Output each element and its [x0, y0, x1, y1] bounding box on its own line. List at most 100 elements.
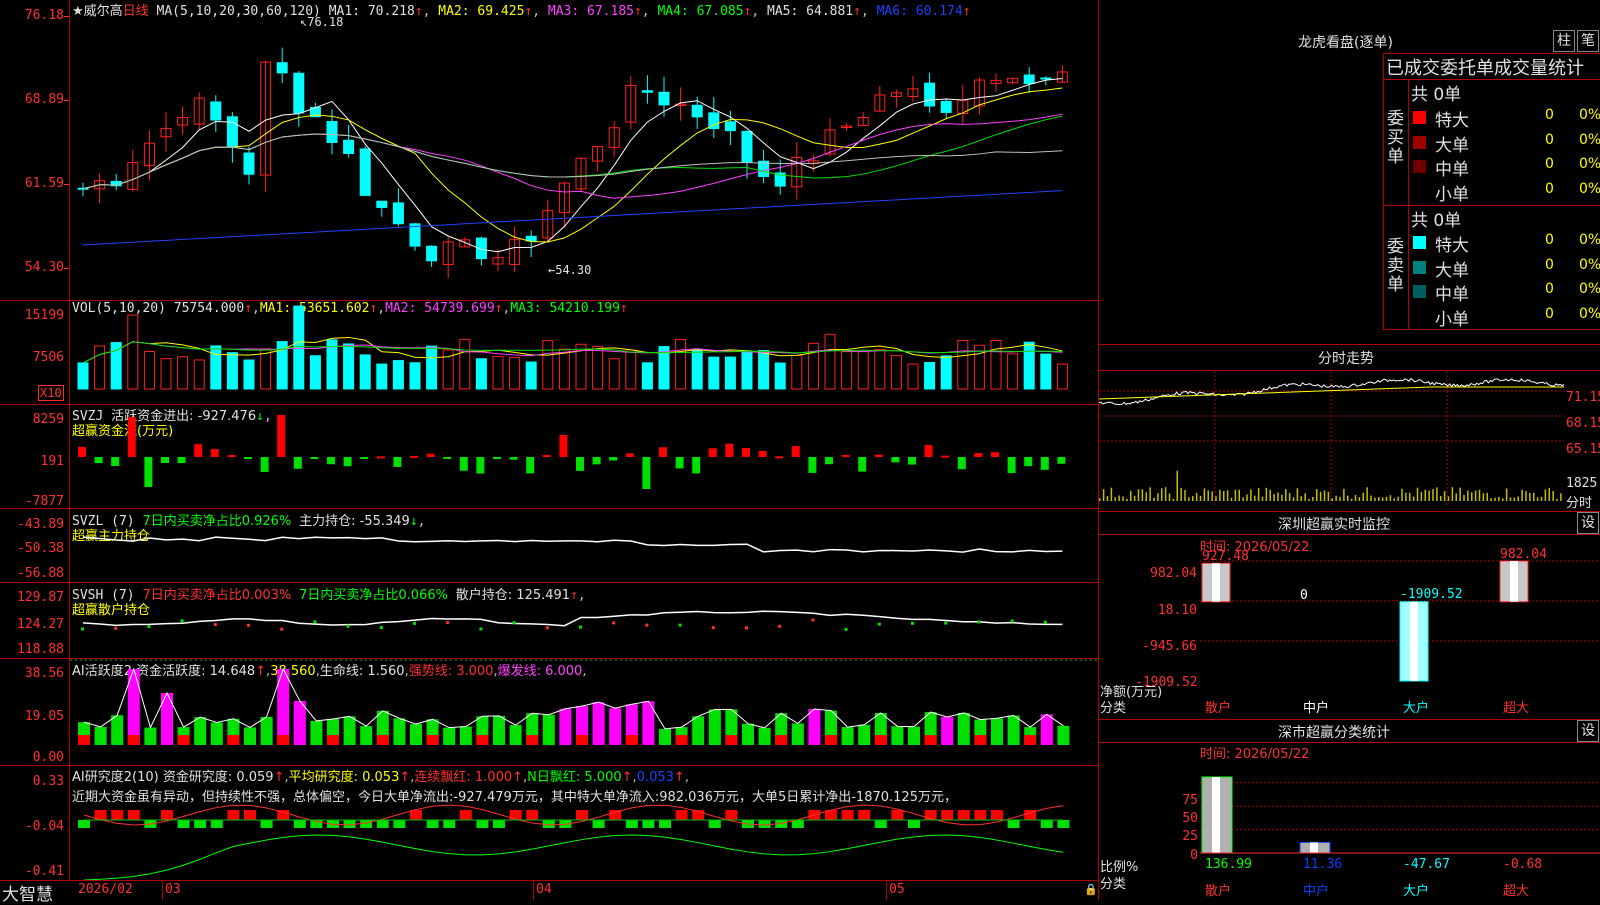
intraday-volume-bar — [1273, 494, 1275, 501]
class-value: -47.67 — [1403, 857, 1450, 872]
order-percent: 0% — [1579, 305, 1600, 322]
sz-monitor-chart[interactable] — [1200, 555, 1600, 685]
color-swatch — [1413, 236, 1426, 249]
intraday-volume-bar — [1440, 496, 1442, 501]
sz-class-title: 深市超赢分类统计 — [1278, 725, 1390, 741]
flow-bar — [94, 457, 103, 464]
color-swatch — [1413, 160, 1426, 173]
volume-bar — [343, 343, 355, 390]
lock-icon[interactable]: 🔒 — [1084, 883, 1098, 896]
intraday-volume-bar — [1358, 497, 1361, 501]
intraday-axis-label: 65.15 — [1566, 442, 1600, 457]
intraday-volume-bar — [1288, 492, 1291, 501]
intraday-volume-bar — [1362, 492, 1364, 501]
retail-dot — [711, 626, 715, 630]
order-count: 0 — [1545, 232, 1554, 248]
intraday-volume-bar — [1133, 495, 1136, 501]
order-stat-row: 大单 0 0% — [1411, 256, 1600, 281]
intraday-volume-bar — [1281, 494, 1283, 501]
order-count: 0 — [1545, 107, 1554, 123]
intraday-volume-bar — [1327, 491, 1330, 501]
order-type-label: 特大 — [1435, 236, 1469, 256]
research-bar — [891, 810, 904, 820]
svsh-axis-label: 118.88 — [17, 642, 64, 657]
retail-dot — [479, 627, 483, 631]
volume-chart[interactable] — [70, 301, 1098, 404]
buy-orders-label: 委买单 — [1387, 109, 1404, 167]
capital-flow-chart[interactable] — [70, 405, 1098, 508]
intraday-axis-label: 71.15 — [1566, 390, 1600, 405]
order-type-label: 中单 — [1435, 285, 1469, 305]
class-bar-highlight — [1310, 842, 1318, 853]
intraday-volume-bar — [1250, 489, 1252, 501]
activity-bar — [509, 725, 522, 745]
volume-bar — [492, 356, 504, 390]
svzl-axis-label: -56.88 — [17, 566, 64, 581]
sz-class-settings-button[interactable]: 设 — [1577, 720, 1599, 742]
research-bar — [874, 820, 887, 828]
intraday-volume-bar — [1153, 497, 1155, 501]
tick-view-button[interactable]: 笔 — [1577, 30, 1599, 52]
sz-class-chart[interactable] — [1200, 775, 1600, 857]
flow-bar — [625, 453, 634, 457]
main-force-position-chart[interactable] — [70, 509, 1098, 582]
flow-bar — [227, 455, 236, 458]
intraday-volume-bar — [1409, 492, 1411, 501]
date-label: 04 — [536, 882, 552, 897]
activity-bar — [1007, 715, 1020, 745]
research-bar — [244, 810, 256, 820]
vol-axis-label: 7506 — [32, 350, 64, 365]
retail-dot — [877, 622, 881, 626]
color-swatch — [1413, 285, 1426, 298]
activity-red-block — [725, 735, 738, 745]
research-bar — [393, 820, 406, 828]
order-type-label: 大单 — [1435, 260, 1469, 281]
volume-bar — [426, 345, 438, 390]
intraday-volume-bar — [1474, 490, 1477, 501]
volume-bar — [641, 362, 653, 390]
intraday-volume-bar — [1513, 497, 1516, 501]
intraday-volume-bar — [1443, 491, 1446, 501]
sell-orders-label: 委卖单 — [1387, 237, 1404, 295]
activity-bar — [493, 715, 505, 745]
intraday-volume-bar — [1331, 498, 1333, 501]
candle-body — [210, 101, 222, 121]
flow-bar — [908, 457, 916, 465]
flow-bar — [941, 455, 950, 458]
retail-position-chart[interactable] — [70, 583, 1098, 658]
activity-bar — [941, 717, 954, 745]
volume-bar — [957, 340, 969, 390]
intraday-volume-bar — [1370, 495, 1372, 501]
class-category: 大户 — [1403, 884, 1430, 899]
candle-body — [1040, 77, 1052, 80]
volume-bar — [841, 351, 853, 390]
intraday-volume-bar — [1188, 497, 1190, 501]
candlestick-chart[interactable] — [70, 0, 1098, 300]
category-label: 分类 — [1100, 877, 1127, 892]
sz-monitor-settings-button[interactable]: 设 — [1577, 512, 1599, 534]
flow-bar — [791, 446, 800, 457]
research-bar — [1007, 820, 1020, 828]
flow-bar — [393, 457, 402, 468]
research-bar — [260, 820, 273, 828]
intraday-volume-bar — [1203, 488, 1206, 501]
intraday-chart[interactable] — [1099, 371, 1564, 511]
activity-bar — [310, 720, 323, 745]
activity-chart[interactable] — [70, 659, 1098, 765]
flow-bar — [127, 417, 136, 457]
research-chart[interactable] — [70, 800, 1098, 880]
activity-bar — [841, 727, 854, 745]
volume-bar — [741, 350, 753, 390]
monitor-value: 927.48 — [1202, 549, 1249, 565]
flow-bar — [376, 456, 385, 459]
flow-bar — [310, 457, 319, 460]
volume-bar — [226, 352, 238, 390]
flow-bar — [277, 415, 286, 457]
intraday-volume-bar — [1269, 489, 1271, 501]
intraday-volume-bar — [1401, 488, 1403, 501]
research-bar — [974, 810, 987, 820]
intraday-volume-bar — [1381, 497, 1384, 501]
bar-view-button[interactable]: 柱 — [1553, 30, 1575, 52]
intraday-volume-bar — [1164, 487, 1167, 501]
intraday-volume-bar — [1552, 491, 1554, 501]
